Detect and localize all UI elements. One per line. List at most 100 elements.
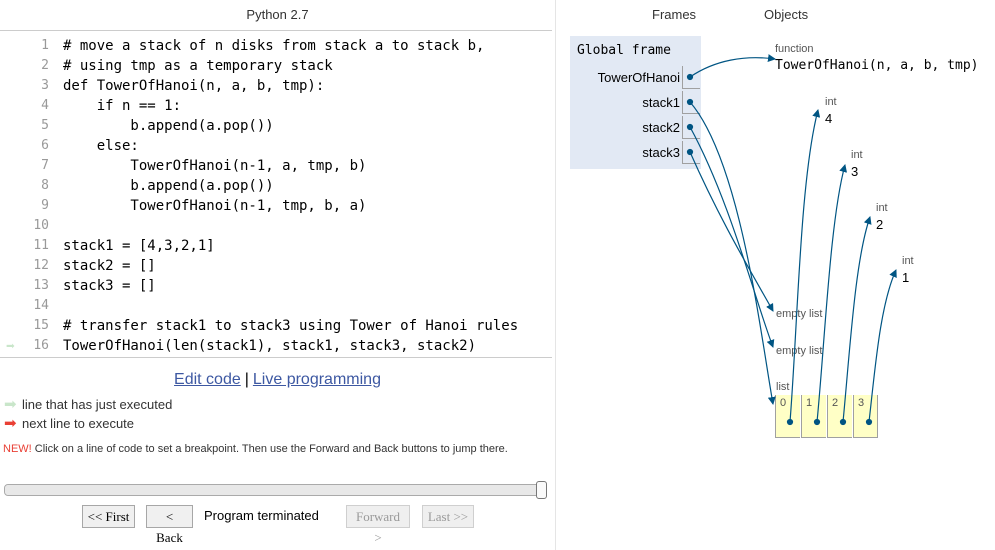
code-text: def TowerOfHanoi(n, a, b, tmp):	[63, 78, 325, 94]
list-cell: 2	[827, 395, 852, 438]
execution-controls: << First < Back Program terminated Forwa…	[0, 505, 555, 545]
line-number: 6	[41, 138, 49, 153]
int-object-1: 1	[902, 270, 910, 285]
var-stack1: stack1	[642, 95, 680, 110]
last-button[interactable]: Last >>	[422, 505, 474, 528]
code-line-6[interactable]: 6 else:	[0, 136, 552, 156]
list-index: 3	[858, 397, 865, 409]
code-text: b.append(a.pop())	[63, 178, 274, 194]
empty-list-object: empty list	[776, 345, 823, 357]
link-separator: |	[244, 371, 249, 388]
code-text: if n == 1:	[63, 98, 182, 114]
line-number: 2	[41, 58, 49, 73]
global-frame-title: Global frame	[577, 43, 671, 58]
line-number: 12	[33, 258, 49, 273]
list-index: 2	[832, 397, 839, 409]
line-number: 5	[41, 118, 49, 133]
edit-code-link[interactable]: Edit code	[174, 371, 241, 388]
list-type-label: list	[776, 381, 790, 393]
current-line-arrow-icon: ➡	[6, 337, 16, 355]
legend-just-executed-label: line that has just executed	[22, 397, 173, 412]
code-line-14[interactable]: 14	[0, 296, 552, 316]
legend-next-line: ➡ next line to execute	[4, 416, 134, 432]
execution-slider[interactable]	[4, 481, 547, 499]
int-object-2: 2	[876, 217, 884, 232]
new-badge: NEW!	[3, 443, 32, 455]
var-stack3: stack3	[642, 145, 680, 160]
function-object: TowerOfHanoi(n, a, b, tmp)	[775, 58, 979, 73]
line-number: 11	[33, 238, 49, 253]
green-arrow-icon: ➡	[4, 396, 17, 413]
line-number: 10	[33, 218, 49, 233]
code-text: stack1 = [4,3,2,1]	[63, 238, 215, 254]
var-towerofhanoi-pointer	[682, 66, 700, 89]
line-number: 8	[41, 178, 49, 193]
code-line-11[interactable]: 11 stack1 = [4,3,2,1]	[0, 236, 552, 256]
objects-header: Objects	[764, 7, 809, 22]
code-line-3[interactable]: 3 def TowerOfHanoi(n, a, b, tmp):	[0, 76, 552, 96]
var-towerofhanoi: TowerOfHanoi	[597, 70, 680, 85]
code-text: else:	[63, 138, 139, 154]
line-number: 16	[33, 338, 49, 353]
var-stack2: stack2	[642, 120, 680, 135]
execution-status: Program terminated	[204, 508, 319, 523]
code-text: TowerOfHanoi(n-1, a, tmp, b)	[63, 158, 367, 174]
code-text: stack2 = []	[63, 258, 156, 274]
code-line-7[interactable]: 7 TowerOfHanoi(n-1, a, tmp, b)	[0, 156, 552, 176]
code-line-10[interactable]: 10	[0, 216, 552, 236]
line-number: 15	[33, 318, 49, 333]
list-index: 1	[806, 397, 813, 409]
live-programming-link[interactable]: Live programming	[253, 371, 381, 388]
line-number: 9	[41, 198, 49, 213]
forward-button[interactable]: Forward >	[346, 505, 410, 545]
edit-links: Edit code | Live programming	[0, 371, 555, 389]
code-line-12[interactable]: 12 stack2 = []	[0, 256, 552, 276]
int-type-label: int	[825, 96, 837, 108]
line-number: 4	[41, 98, 49, 113]
legend-next-line-label: next line to execute	[22, 416, 135, 431]
int-type-label: int	[851, 149, 863, 161]
code-line-1[interactable]: 1 # move a stack of n disks from stack a …	[0, 36, 552, 56]
frames-header: Frames	[652, 7, 697, 22]
list-index: 0	[780, 397, 787, 409]
var-stack1-pointer	[682, 91, 700, 114]
int-type-label: int	[876, 202, 888, 214]
code-panel: Python 2.7 1 # move a stack of n disks fr…	[0, 0, 555, 550]
slider-fill	[5, 485, 545, 495]
code-line-2[interactable]: 2 # using tmp as a temporary stack	[0, 56, 552, 76]
visualization-panel: Frames Objects Global frame TowerOfHanoi…	[556, 0, 995, 550]
first-button[interactable]: << First	[82, 505, 135, 528]
code-line-13[interactable]: 13 stack3 = []	[0, 276, 552, 296]
function-type-label: function	[775, 43, 814, 55]
int-object-3: 3	[851, 164, 859, 179]
code-line-5[interactable]: 5 b.append(a.pop())	[0, 116, 552, 136]
code-line-4[interactable]: 4 if n == 1:	[0, 96, 552, 116]
empty-list-object: empty list	[776, 308, 823, 320]
legend-just-executed: ➡ line that has just executed	[4, 397, 172, 413]
red-arrow-icon: ➡	[4, 415, 17, 432]
int-object-4: 4	[825, 111, 833, 126]
list-cell: 1	[801, 395, 826, 438]
code-text: TowerOfHanoi(n-1, tmp, b, a)	[63, 198, 367, 214]
code-line-15[interactable]: 15 # transfer stack1 to stack3 using Towe…	[0, 316, 552, 336]
code-line-8[interactable]: 8 b.append(a.pop())	[0, 176, 552, 196]
back-button[interactable]: < Back	[146, 505, 193, 545]
var-stack2-pointer	[682, 116, 700, 139]
breakpoint-tip: NEW! Click on a line of code to set a br…	[3, 443, 543, 456]
code-text: # move a stack of n disks from stack a t…	[63, 38, 485, 54]
code-text: b.append(a.pop())	[63, 118, 274, 134]
code-text: # using tmp as a temporary stack	[63, 58, 333, 74]
code-text: TowerOfHanoi(len(stack1), stack1, stack3…	[63, 338, 477, 354]
line-number: 13	[33, 278, 49, 293]
slider-handle[interactable]	[536, 481, 547, 499]
int-type-label: int	[902, 255, 914, 267]
code-line-16[interactable]: ➡ 16 TowerOfHanoi(len(stack1), stack1, sta…	[0, 336, 552, 356]
var-stack3-pointer	[682, 141, 700, 164]
code-listing: 1 # move a stack of n disks from stack a …	[0, 30, 552, 358]
line-number: 3	[41, 78, 49, 93]
line-number: 1	[41, 38, 49, 53]
line-number: 14	[33, 298, 49, 313]
list-cell: 3	[853, 395, 878, 438]
code-line-9[interactable]: 9 TowerOfHanoi(n-1, tmp, b, a)	[0, 196, 552, 216]
list-cell: 0	[775, 395, 800, 438]
